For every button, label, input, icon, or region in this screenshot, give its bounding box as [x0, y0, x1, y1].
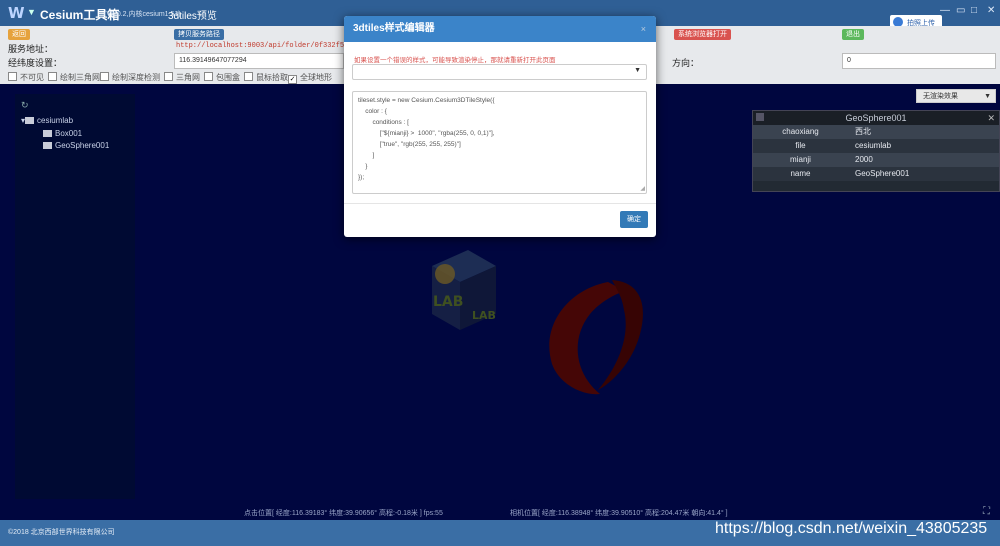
checkbox-triangles[interactable]: 三角网: [164, 72, 200, 83]
code-line: conditions : [: [358, 119, 409, 126]
info-value: GeoSphere001: [855, 169, 910, 178]
heading-label: 方向：: [672, 58, 700, 68]
checkbox-box[interactable]: [204, 72, 213, 81]
checkbox-box[interactable]: [164, 72, 173, 81]
open-in-browser-button[interactable]: 系统浏览器打开: [674, 29, 731, 40]
footer: ©2018 北京西部世界科技有限公司 https://blog.csdn.net…: [0, 520, 1000, 546]
checkbox-label: 绘制三角网: [60, 73, 100, 82]
close-icon[interactable]: ×: [641, 16, 646, 42]
folder-icon: [43, 130, 52, 137]
code-line: tileset.style = new Cesium.Cesium3DTileS…: [358, 97, 495, 104]
code-line: ["${mianji} > 1000", "rgba(255, 0, 0,1)"…: [358, 130, 495, 137]
copy-service-path-button[interactable]: 拷贝服务路径: [174, 29, 224, 40]
info-key: name: [790, 169, 811, 178]
code-line: color : {: [358, 108, 387, 115]
checkbox-label: 绘制深度检测: [112, 73, 160, 82]
status-bar: 点击位置[ 经度:116.39183° 纬度:39.90656° 高程:-0.1…: [0, 504, 1000, 520]
app-logo: W: [8, 4, 25, 22]
modal-footer: [344, 203, 656, 237]
checkbox-label: 三角网: [176, 73, 200, 82]
checkbox-invisible[interactable]: 不可见: [8, 72, 44, 83]
code-line: ["true", "rgb(255, 255, 255)"]: [358, 141, 461, 148]
tree-node-geosphere001[interactable]: GeoSphere001: [43, 141, 109, 150]
checkbox-bounding-box[interactable]: 包围盒: [204, 72, 240, 83]
refresh-icon[interactable]: ↻: [21, 100, 29, 111]
longitude-input[interactable]: 116.39149647077294: [174, 53, 344, 69]
info-row: mianji 2000: [753, 153, 999, 167]
resize-grip-icon[interactable]: ◢: [640, 185, 645, 192]
checkbox-label: 不可见: [20, 73, 44, 82]
checkbox-box[interactable]: [100, 72, 109, 81]
checkbox-box[interactable]: ✓: [288, 75, 297, 84]
folder-icon: [25, 117, 35, 124]
restore-icon[interactable]: ▭: [956, 5, 965, 16]
checkbox-label: 全球地形: [300, 73, 332, 82]
tree-node-label: GeoSphere001: [55, 141, 110, 150]
folder-icon: [43, 142, 52, 149]
effect-select[interactable]: 无渲染效果 ▼: [916, 89, 996, 103]
chevron-down-icon: ▼: [634, 67, 641, 74]
copyright-text: ©2018 北京西部世界科技有限公司: [8, 529, 115, 536]
coord-label: 经纬度设置：: [8, 58, 63, 68]
checkbox-box[interactable]: [48, 72, 57, 81]
service-address-label: 服务地址：: [8, 44, 54, 54]
modal-header: 3dtiles样式编辑器 ×: [344, 16, 656, 42]
info-row: name GeoSphere001: [753, 167, 999, 181]
click-position-readout: 点击位置[ 经度:116.39183° 纬度:39.90656° 高程:-0.1…: [244, 510, 443, 517]
checkbox-mouse-pick[interactable]: 鼠标拾取: [244, 72, 288, 83]
camera-position-readout: 相机位置[ 经度:116.38948° 纬度:39.90510° 高程:204.…: [510, 510, 728, 517]
info-key: chaoxiang: [782, 127, 819, 136]
checkbox-label: 鼠标拾取: [256, 73, 288, 82]
tree-node-box001[interactable]: Box001: [43, 129, 82, 138]
style-code-textarea[interactable]: tileset.style = new Cesium.Cesium3DTileS…: [352, 91, 647, 194]
service-url[interactable]: http://localhost:9003/api/folder/0f332f5…: [176, 42, 369, 50]
close-window-icon[interactable]: ✕: [987, 5, 995, 16]
info-panel-title: GeoSphere001: [845, 113, 907, 123]
back-button[interactable]: 返回: [8, 29, 30, 40]
code-line: ]: [358, 152, 375, 159]
menu-caret-icon[interactable]: ▼: [27, 7, 36, 17]
info-row: file cesiumlab: [753, 139, 999, 153]
confirm-button[interactable]: 确定: [620, 211, 648, 228]
feature-info-panel: GeoSphere001 ✕ chaoxiang 西北 file cesiumlab…: [752, 110, 1000, 192]
info-panel-header: GeoSphere001 ✕: [753, 111, 999, 125]
minimize-icon[interactable]: —: [940, 5, 950, 16]
style-editor-modal: 3dtiles样式编辑器 × 如果设置一个错误的样式，可能导致渲染停止，那就请重…: [344, 16, 656, 237]
camera-icon[interactable]: [756, 113, 764, 121]
checkbox-label: 包围盒: [216, 73, 240, 82]
heading-input[interactable]: 0: [842, 53, 996, 69]
checkbox-terrain[interactable]: ✓ 全球地形: [288, 72, 332, 84]
style-preset-select[interactable]: ▼: [352, 64, 647, 80]
info-key: file: [795, 141, 806, 150]
layer-tree: ↻ ▾ cesiumlab Box001 GeoSphere001: [15, 94, 135, 499]
warning-hint: 如果设置一个错误的样式，可能导致渲染停止，那就请重新打开此页面: [354, 57, 556, 64]
exit-button[interactable]: 退出: [842, 29, 864, 40]
close-icon[interactable]: ✕: [987, 111, 995, 125]
checkbox-box[interactable]: [244, 72, 253, 81]
fullscreen-icon[interactable]: ⛶: [983, 506, 997, 520]
page-title: 3dtiles预览: [168, 11, 217, 22]
info-row: chaoxiang 西北: [753, 125, 999, 139]
tree-node-label: cesiumlab: [37, 116, 74, 125]
info-value: 2000: [855, 155, 873, 164]
checkbox-wireframe[interactable]: 绘制三角网: [48, 72, 100, 83]
checkbox-depth-test[interactable]: 绘制深度检测: [100, 72, 160, 83]
maximize-icon[interactable]: □: [971, 5, 977, 16]
code-line: });: [358, 174, 365, 181]
info-value: cesiumlab: [855, 141, 892, 150]
info-key: mianji: [790, 155, 811, 164]
watermark-text: https://blog.csdn.net/weixin_43805235: [715, 520, 988, 537]
tree-node-label: Box001: [55, 129, 83, 138]
info-value: 西北: [855, 127, 871, 136]
checkbox-box[interactable]: [8, 72, 17, 81]
code-line: }: [358, 163, 368, 170]
tree-node-root[interactable]: ▾ cesiumlab: [21, 116, 73, 125]
modal-title: 3dtiles样式编辑器: [353, 23, 435, 34]
chevron-down-icon: ▼: [984, 93, 991, 100]
effect-select-value: 无渲染效果: [923, 93, 958, 100]
